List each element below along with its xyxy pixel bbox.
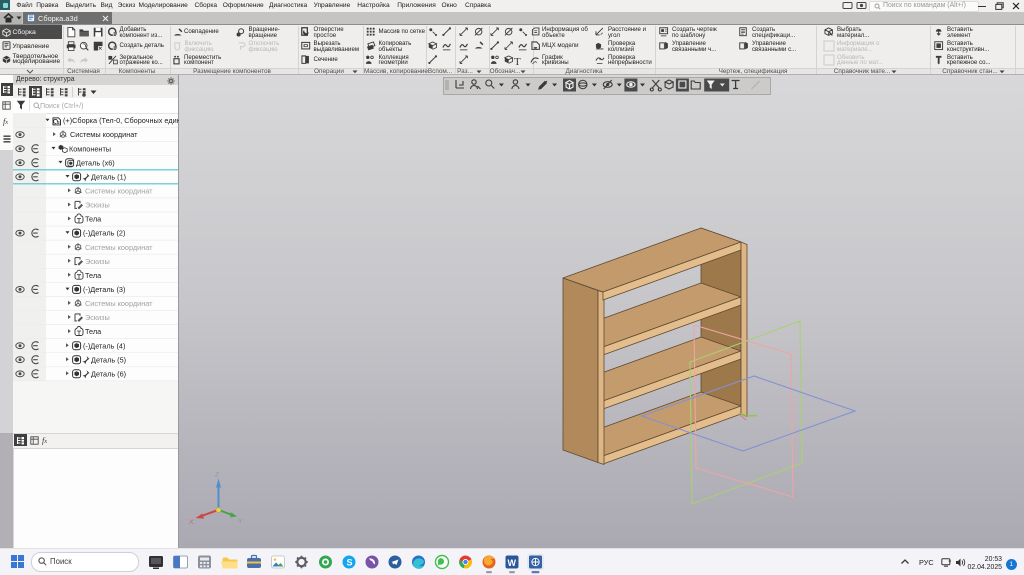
svg-text:(-)Деталь (3): (-)Деталь (3)	[83, 285, 125, 294]
svg-text:Системы координат: Системы координат	[70, 130, 138, 139]
svg-text:Эскизы: Эскизы	[85, 201, 110, 210]
svg-text:(-)Деталь (4): (-)Деталь (4)	[83, 341, 125, 350]
svg-text:Эскизы: Эскизы	[85, 313, 110, 322]
svg-text:S: S	[347, 558, 353, 568]
svg-text:Эскизы: Эскизы	[85, 257, 110, 266]
svg-text:Системы координат: Системы координат	[85, 299, 153, 308]
svg-text:Системы координат: Системы координат	[85, 243, 153, 252]
svg-text:Деталь (1): Деталь (1)	[91, 172, 126, 181]
svg-text:X: X	[189, 519, 194, 526]
svg-text:Деталь (x6): Деталь (x6)	[76, 158, 115, 167]
svg-text:Тела: Тела	[85, 215, 102, 224]
svg-text:Системы координат: Системы координат	[85, 187, 153, 196]
svg-text:Деталь (6): Деталь (6)	[91, 369, 126, 378]
svg-text:Z: Z	[215, 472, 219, 479]
svg-text:Y: Y	[238, 518, 243, 525]
svg-text:Компоненты: Компоненты	[69, 144, 111, 153]
svg-text:(-)Деталь (2): (-)Деталь (2)	[83, 229, 125, 238]
svg-text:W: W	[508, 558, 517, 568]
svg-text:Тела: Тела	[85, 271, 102, 280]
svg-text:Деталь (5): Деталь (5)	[91, 355, 126, 364]
svg-text:Тела: Тела	[85, 327, 102, 336]
svg-text:(+)Сборка (Тел-0, Сборочных ед: (+)Сборка (Тел-0, Сборочных единиц-0	[63, 116, 195, 125]
